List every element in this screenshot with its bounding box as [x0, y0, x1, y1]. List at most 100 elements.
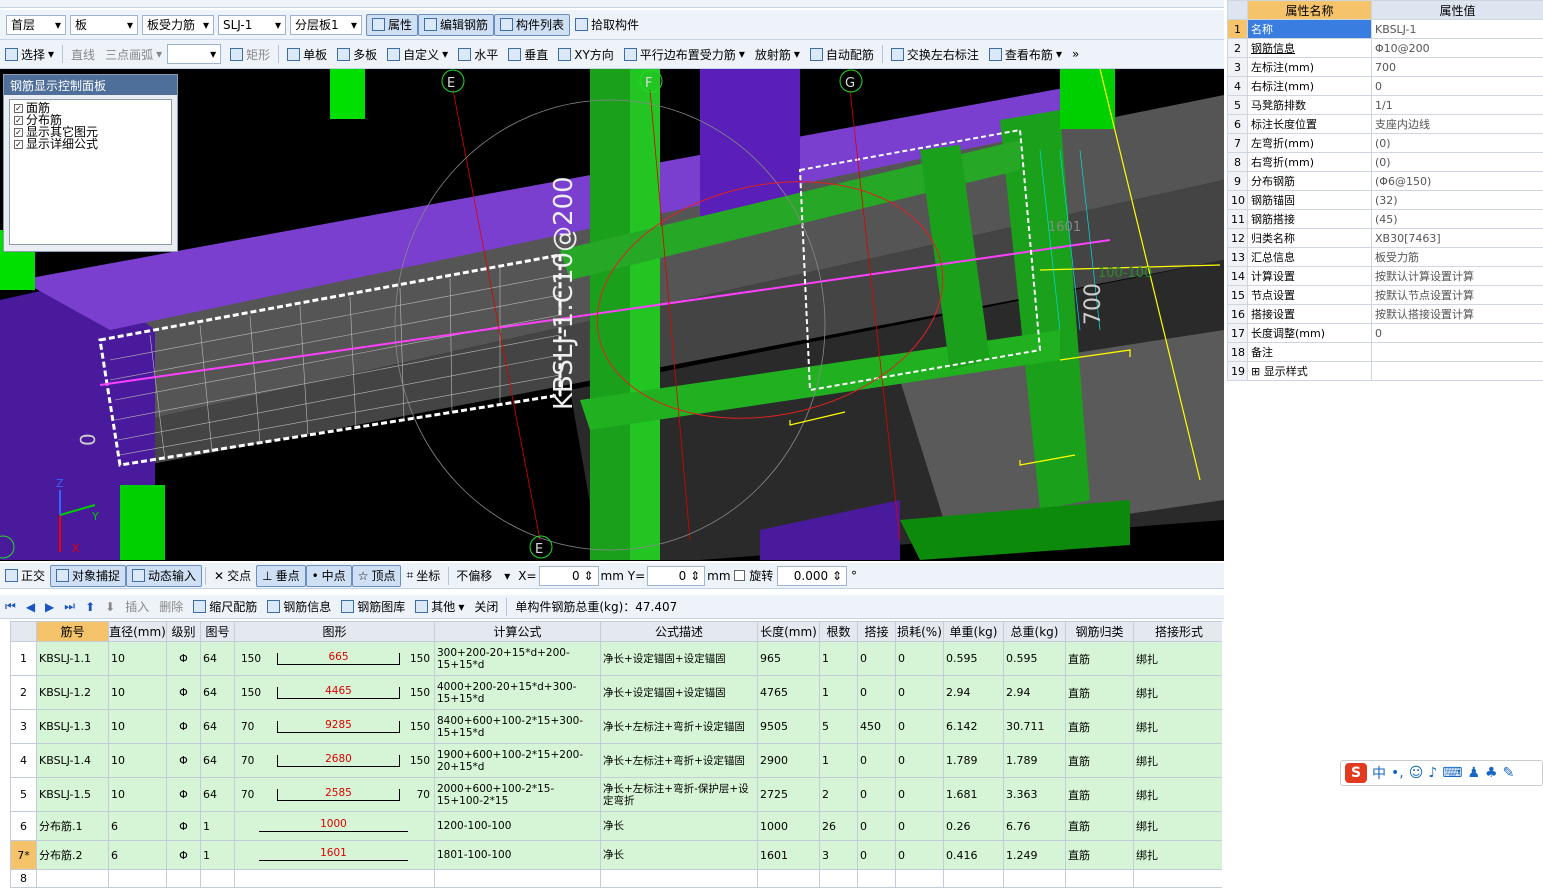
close-button[interactable]: 关闭 [469, 596, 503, 618]
cell-shape[interactable]: 70 150 9285 [234, 709, 435, 744]
floor-select[interactable]: 首层 ▾ [6, 14, 66, 35]
col-description[interactable]: 公式描述 [600, 621, 758, 642]
scale-rebar-button[interactable]: 缩尺配筋 [188, 596, 262, 618]
cell-count[interactable]: 1 [819, 641, 858, 676]
cell-unit-weight[interactable]: 2.94 [943, 675, 1004, 710]
col-formula[interactable]: 计算公式 [434, 621, 601, 642]
col-lap[interactable]: 搭接 [857, 621, 896, 642]
cell-rebar-no[interactable]: 分布筋.2 [36, 840, 109, 870]
property-value[interactable]: KBSLJ-1 [1371, 19, 1543, 39]
cell-formula[interactable]: 4000+200-20+15*d+300-15+15*d [434, 675, 601, 710]
cell-lap[interactable]: 0 [857, 777, 896, 812]
cell-count[interactable]: 1 [819, 743, 858, 778]
cell-shape[interactable]: 1000 [234, 811, 435, 841]
move-up-button[interactable]: ⬆ [80, 596, 100, 618]
property-row[interactable]: 16 搭接设置 按默认搭接设置计算 [1227, 304, 1543, 324]
row-number[interactable]: 1 [10, 641, 37, 676]
empty-cell[interactable] [234, 869, 435, 888]
cell-diameter[interactable]: 6 [108, 811, 167, 841]
property-value[interactable]: (45) [1371, 209, 1543, 229]
cell-figure-no[interactable]: 64 [200, 709, 235, 744]
property-value[interactable]: 1/1 [1371, 95, 1543, 115]
col-shape[interactable]: 图形 [234, 621, 435, 642]
cell-grade[interactable]: Φ [166, 811, 201, 841]
cell-class[interactable]: 直筋 [1065, 709, 1134, 744]
cell-class[interactable]: 直筋 [1065, 641, 1134, 676]
arc-button[interactable]: 三点画弧 ▾ [100, 43, 167, 65]
cell-loss[interactable]: 0 [895, 840, 944, 870]
cell-description[interactable]: 净长+左标注+弯折+设定锚固 [600, 709, 758, 744]
cell-total-weight[interactable]: 30.711 [1003, 709, 1066, 744]
cell-lap[interactable]: 0 [857, 811, 896, 841]
style-select[interactable]: ▾ [167, 44, 222, 64]
empty-cell[interactable] [166, 869, 201, 888]
property-row[interactable]: 19 ⊞ 显示样式 [1227, 361, 1543, 381]
property-row[interactable]: 15 节点设置 按默认节点设置计算 [1227, 285, 1543, 305]
property-value[interactable]: 按默认计算设置计算 [1371, 266, 1543, 286]
property-row[interactable]: 1 名称 KBSLJ-1 [1227, 19, 1543, 39]
cell-figure-no[interactable]: 64 [200, 777, 235, 812]
view-rebar-button[interactable]: 查看布筋 ▾ [984, 43, 1067, 65]
coordinate-button[interactable]: ⌗ 坐标 [401, 565, 445, 587]
rotate-checkbox[interactable] [734, 570, 746, 581]
row-number[interactable]: 4 [10, 743, 37, 778]
cell-figure-no[interactable]: 64 [200, 743, 235, 778]
table-row[interactable]: 3 KBSLJ-1.3 10 Φ 64 70 150 9285 8400+600+100-2*1… [10, 709, 1222, 744]
property-value[interactable] [1371, 361, 1543, 381]
col-grade[interactable]: 级别 [166, 621, 201, 642]
select-button[interactable]: 选择 ▾ [0, 43, 59, 65]
property-value[interactable]: 0 [1371, 76, 1543, 96]
cell-length[interactable]: 2725 [757, 777, 820, 812]
cell-description[interactable]: 净长 [600, 840, 758, 870]
property-row[interactable]: 18 备注 [1227, 342, 1543, 362]
cell-class[interactable]: 直筋 [1065, 811, 1134, 841]
empty-cell[interactable] [36, 869, 109, 888]
property-value[interactable]: 板受力筋 [1371, 247, 1543, 267]
row-number[interactable]: 7* [10, 840, 37, 870]
table-row[interactable]: 2 KBSLJ-1.2 10 Φ 64 150 150 4465 4000+200-20+15*… [10, 675, 1222, 710]
cell-unit-weight[interactable]: 1.681 [943, 777, 1004, 812]
cell-rebar-no[interactable]: KBSLJ-1.1 [36, 641, 109, 676]
xy-button[interactable]: XY方向 [553, 43, 619, 65]
cell-diameter[interactable]: 10 [108, 777, 167, 812]
cell-count[interactable]: 2 [819, 777, 858, 812]
first-button[interactable]: ⏮ [0, 596, 21, 618]
cell-diameter[interactable]: 10 [108, 709, 167, 744]
object-snap-button[interactable]: 对象捕捉 [50, 564, 127, 587]
y-input[interactable]: 0 ⇕ [647, 565, 706, 586]
cell-length[interactable]: 1000 [757, 811, 820, 841]
property-value[interactable]: Φ10@200 [1371, 38, 1543, 58]
cell-formula[interactable]: 300+200-20+15*d+200-15+15*d [434, 641, 601, 676]
punct-icon[interactable]: •, [1391, 765, 1404, 781]
custom-button[interactable]: 自定义 ▾ [382, 43, 453, 65]
cell-total-weight[interactable]: 6.76 [1003, 811, 1066, 841]
property-value[interactable]: 支座内边线 [1371, 114, 1543, 134]
cell-count[interactable]: 1 [819, 675, 858, 710]
cell-length[interactable]: 965 [757, 641, 820, 676]
property-value[interactable]: (Φ6@150) [1371, 171, 1543, 191]
empty-cell[interactable] [200, 869, 235, 888]
col-unit-weight[interactable]: 单重(kg) [943, 621, 1004, 642]
ime-lang[interactable]: 中 [1372, 763, 1386, 783]
property-row[interactable]: 13 汇总信息 板受力筋 [1227, 247, 1543, 267]
vertex-button[interactable]: ☆ 顶点 [351, 564, 402, 587]
next-button[interactable]: ▶ [40, 596, 59, 618]
table-row[interactable]: 1 KBSLJ-1.1 10 Φ 64 150 150 665 300+200-20+15*d+… [10, 641, 1222, 676]
property-row[interactable]: 12 归类名称 XB30[7463] [1227, 228, 1543, 248]
pick-component-button[interactable]: 拾取构件 [570, 14, 644, 36]
cell-length[interactable]: 1601 [757, 840, 820, 870]
cell-grade[interactable]: Φ [166, 641, 201, 676]
cell-formula[interactable]: 8400+600+100-2*15+300-15+15*d [434, 709, 601, 744]
cell-shape[interactable]: 70 70 2585 [234, 777, 435, 812]
col-length[interactable]: 长度(mm) [757, 621, 820, 642]
cell-class[interactable]: 直筋 [1065, 743, 1134, 778]
cell-class[interactable]: 直筋 [1065, 777, 1134, 812]
empty-cell[interactable] [819, 869, 858, 888]
cell-count[interactable]: 5 [819, 709, 858, 744]
cell-grade[interactable]: Φ [166, 840, 201, 870]
property-value[interactable] [1371, 342, 1543, 362]
table-row[interactable]: 4 KBSLJ-1.4 10 Φ 64 70 150 2680 1900+600+100-2*1… [10, 743, 1222, 778]
cell-lap-type[interactable]: 绑扎 [1133, 709, 1222, 744]
cell-figure-no[interactable]: 1 [200, 811, 235, 841]
empty-cell[interactable] [1065, 869, 1134, 888]
